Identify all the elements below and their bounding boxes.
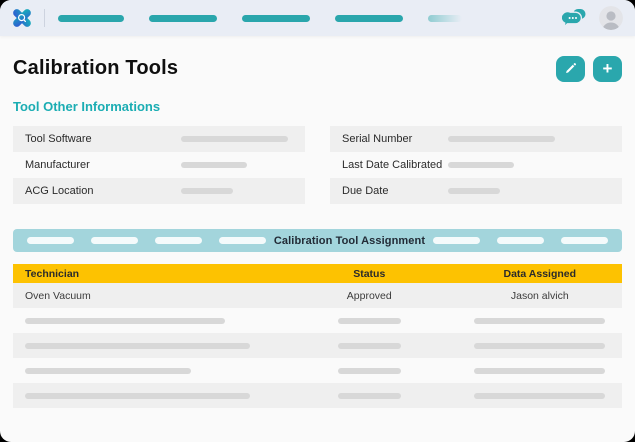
app-window: Calibration Tools + Tool Other Informati… [0, 0, 635, 442]
pencil-icon [564, 62, 577, 75]
app-logo-icon[interactable] [8, 5, 35, 32]
field-label: ACG Location [25, 185, 94, 197]
title-row: Calibration Tools + [13, 55, 622, 82]
assignment-toolbar-left [27, 237, 266, 244]
cell-placeholder [337, 392, 401, 399]
toolbar-item-placeholder[interactable] [91, 237, 138, 244]
nav-divider [44, 9, 45, 27]
add-button[interactable]: + [593, 55, 622, 82]
cell-placeholder [474, 392, 606, 399]
field-label: Last Date Calibrated [342, 159, 443, 171]
toolbar-item-placeholder[interactable] [27, 237, 74, 244]
table-row-placeholder [13, 333, 622, 358]
chat-icon[interactable] [562, 8, 586, 29]
top-nav [0, 0, 635, 36]
nav-item-placeholder-faded [428, 14, 462, 22]
toolbar-item-placeholder[interactable] [219, 237, 266, 244]
nav-menu [58, 14, 462, 22]
plus-icon: + [602, 59, 613, 78]
nav-right-actions [562, 6, 623, 30]
info-field-row: Tool Software [13, 126, 305, 152]
toolbar-item-placeholder[interactable] [561, 237, 608, 244]
table-row-placeholder [13, 358, 622, 383]
toolbar-item-placeholder[interactable] [497, 237, 544, 244]
info-field-row: Serial Number [330, 126, 622, 152]
edit-button[interactable] [556, 55, 585, 82]
info-field-row: Manufacturer [13, 152, 305, 178]
table-row-placeholder [13, 383, 622, 408]
nav-item-placeholder[interactable] [58, 14, 124, 22]
cell-technician: Oven Vacuum [25, 289, 91, 302]
assignment-toolbar: Calibration Tool Assignment [13, 229, 622, 252]
nav-item-placeholder[interactable] [242, 14, 310, 22]
cell-placeholder [337, 367, 401, 374]
info-field-row: Last Date Calibrated [330, 152, 622, 178]
field-label: Serial Number [342, 133, 413, 145]
column-header-technician: Technician [25, 267, 80, 280]
cell-placeholder [25, 317, 225, 324]
field-label: Due Date [342, 185, 389, 197]
cell-placeholder [337, 317, 401, 324]
info-field-row: Due Date [330, 178, 622, 204]
column-header-status: Status [353, 267, 386, 280]
cell-placeholder [337, 342, 401, 349]
tool-info-grid: Tool Software Manufacturer ACG Location … [13, 126, 622, 204]
assignment-band-title: Calibration Tool Assignment [273, 234, 426, 247]
cell-placeholder [474, 367, 606, 374]
field-value-placeholder [448, 136, 555, 142]
assignment-toolbar-right [433, 237, 608, 244]
table-row[interactable]: Oven Vacuum Approved Jason alvich [13, 283, 622, 308]
info-column-right: Serial Number Last Date Calibrated Due D… [330, 126, 622, 204]
info-column-left: Tool Software Manufacturer ACG Location [13, 126, 305, 204]
cell-placeholder [25, 342, 250, 349]
cell-placeholder [474, 342, 606, 349]
cell-placeholder [25, 392, 250, 399]
section-title: Tool Other Informations [13, 99, 161, 114]
field-value-placeholder [181, 136, 288, 142]
page-title: Calibration Tools [13, 57, 179, 79]
nav-item-placeholder[interactable] [335, 14, 403, 22]
column-header-data-assigned: Data Assigned [503, 267, 577, 280]
table-header: Technician Status Data Assigned [13, 264, 622, 283]
user-avatar-icon[interactable] [599, 6, 623, 30]
assignment-table: Technician Status Data Assigned Oven Vac… [13, 264, 622, 408]
field-value-placeholder [448, 188, 500, 194]
field-value-placeholder [448, 162, 514, 168]
nav-item-placeholder[interactable] [149, 14, 217, 22]
field-value-placeholder [181, 162, 247, 168]
title-actions: + [556, 55, 622, 82]
cell-data-assigned: Jason alvich [510, 289, 569, 302]
cell-placeholder [25, 367, 191, 374]
info-field-row: ACG Location [13, 178, 305, 204]
toolbar-item-placeholder[interactable] [155, 237, 202, 244]
main-content: Calibration Tools + Tool Other Informati… [0, 55, 635, 408]
cell-placeholder [474, 317, 606, 324]
field-value-placeholder [181, 188, 233, 194]
field-label: Tool Software [25, 133, 92, 145]
field-label: Manufacturer [25, 159, 90, 171]
table-row-placeholder [13, 308, 622, 333]
cell-status: Approved [346, 289, 392, 302]
toolbar-item-placeholder[interactable] [433, 237, 480, 244]
